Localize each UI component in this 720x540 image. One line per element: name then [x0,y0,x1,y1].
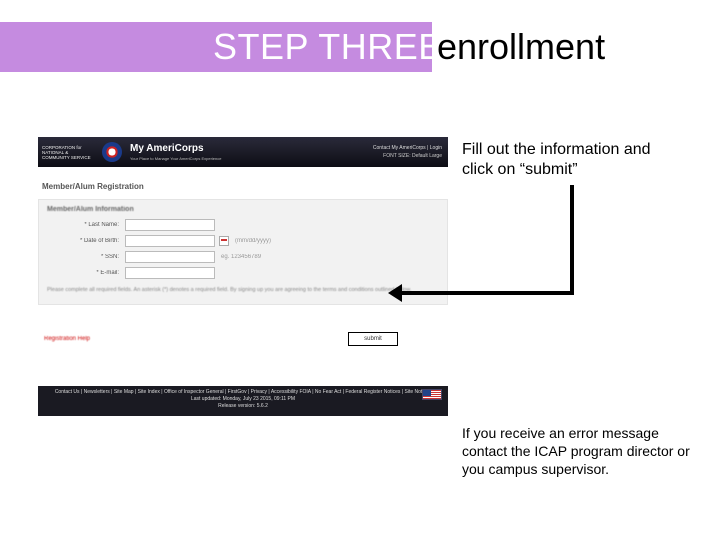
form-block-title: Member/Alum Information [47,206,439,213]
usa-flag-icon [422,389,442,400]
registration-help-link[interactable]: Registration Help [44,336,90,342]
input-lastname[interactable] [125,219,215,231]
row-lastname: * Last Name: [47,219,439,231]
screenshot-body: Member/Alum Registration Member/Alum Inf… [38,180,448,370]
footer-updated: Last updated: Monday, July 23 2015, 09:1… [44,396,442,403]
header-right: Contact My AmeriCorps | Login FONT SIZE:… [373,145,448,159]
input-dob[interactable] [125,235,215,247]
ncs-logo: CORPORATION for NATIONAL & COMMUNITY SER… [38,137,96,167]
row-email: * E-mail: [47,267,439,279]
font-size-row: FONT SIZE: Default Large [373,153,442,159]
annotation-error: If you receive an error message contact … [462,424,707,478]
americorps-seal-icon [102,142,122,162]
label-dob: * Date of Birth: [47,238,125,244]
row-ssn: * SSN: eg. 123456789 [47,251,439,263]
title-step: STEP THREE [213,22,443,72]
footer-version: Release version: 5.6.2 [44,403,442,410]
label-lastname: * Last Name: [47,222,125,228]
ncs-logo-text: CORPORATION for NATIONAL & COMMUNITY SER… [42,145,96,160]
calendar-icon[interactable] [219,236,229,246]
title-word: enrollment [437,22,605,72]
form-note: Please complete all required fields. An … [47,287,439,294]
hint-ssn: eg. 123456789 [221,254,261,260]
screenshot-header: CORPORATION for NATIONAL & COMMUNITY SER… [38,137,448,167]
arrow-head-icon [388,284,402,302]
hint-dob: (mm/dd/yyyy) [235,238,271,244]
screenshot-footer: Contact Us | Newsletters | Site Map | Si… [38,386,448,416]
form-block: Member/Alum Information * Last Name: * D… [38,199,448,305]
slide: STEP THREE enrollment CORPORATION for NA… [0,0,720,540]
brand-block: My AmeriCorps Your Place to Manage Your … [128,143,221,161]
arrow-horizontal [400,291,574,295]
label-email: * E-mail: [47,270,125,276]
label-ssn: * SSN: [47,254,125,260]
brand-title: My AmeriCorps [130,143,221,154]
row-dob: * Date of Birth: (mm/dd/yyyy) [47,235,439,247]
arrow-vertical [570,185,574,291]
input-email[interactable] [125,267,215,279]
page-heading: Member/Alum Registration [38,180,448,193]
footer-links: Contact Us | Newsletters | Site Map | Si… [44,389,442,396]
input-ssn[interactable] [125,251,215,263]
header-links: Contact My AmeriCorps | Login [373,145,442,151]
submit-button[interactable]: submit [348,332,398,346]
brand-subtitle: Your Place to Manage Your AmeriCorps Exp… [130,156,221,161]
annotation-fillout: Fill out the information and click on “s… [462,140,672,180]
